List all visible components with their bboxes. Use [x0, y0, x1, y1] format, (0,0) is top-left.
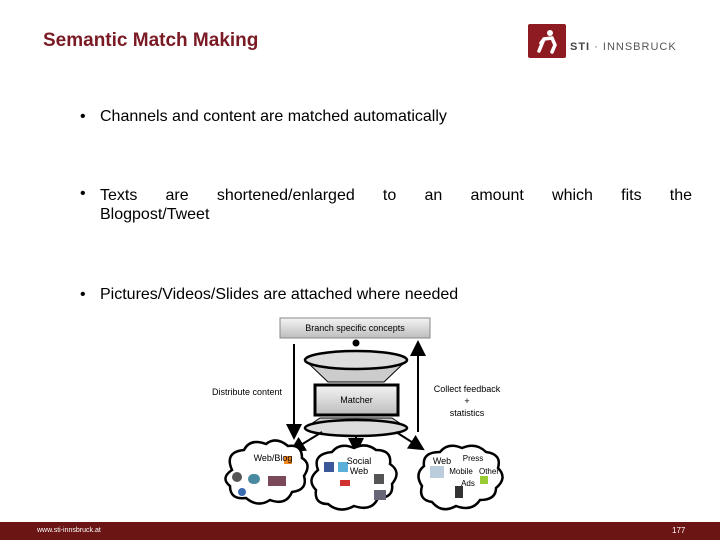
distribute-content-label: Distribute content	[211, 387, 283, 397]
android-icon	[480, 476, 488, 484]
connector-dot	[352, 339, 360, 347]
branch-concepts-label: Branch specific concepts	[305, 323, 405, 333]
cloud-label-social-web: Social Web	[346, 456, 372, 476]
matcher-label: Matcher	[340, 395, 373, 405]
plus-label: +	[464, 396, 470, 406]
channel-icon	[374, 490, 386, 500]
channel-icon	[374, 474, 384, 484]
channel-icon	[268, 476, 286, 486]
facebook-icon	[324, 462, 334, 472]
footer-url[interactable]: www.sti-innsbruck.at	[37, 527, 101, 534]
collect-feedback-label: Collect feedback	[433, 384, 501, 394]
youtube-icon	[340, 480, 350, 486]
channel-icon	[248, 474, 260, 484]
top-funnel-rim	[303, 349, 409, 371]
statistics-label: statistics	[449, 408, 485, 418]
channel-icon	[232, 472, 242, 482]
channel-icon	[430, 466, 444, 478]
arrow-to-web-blog	[289, 431, 323, 453]
cloud-label-web-blog: Web/Blog	[253, 453, 293, 463]
cloud-label-mobile: Mobile	[449, 467, 473, 476]
arrow-to-web	[395, 431, 425, 451]
cloud-label-press: Press	[462, 454, 484, 463]
cloud-label-ads: Ads	[461, 479, 475, 488]
cloud-web-blog	[224, 439, 309, 505]
cloud-label-web: Web	[432, 456, 452, 466]
cloud-label-other: Other	[478, 467, 499, 476]
footer-bar: www.sti-innsbruck.at 177	[0, 522, 720, 540]
page-number: 177	[672, 526, 686, 535]
channel-icon	[238, 488, 246, 496]
